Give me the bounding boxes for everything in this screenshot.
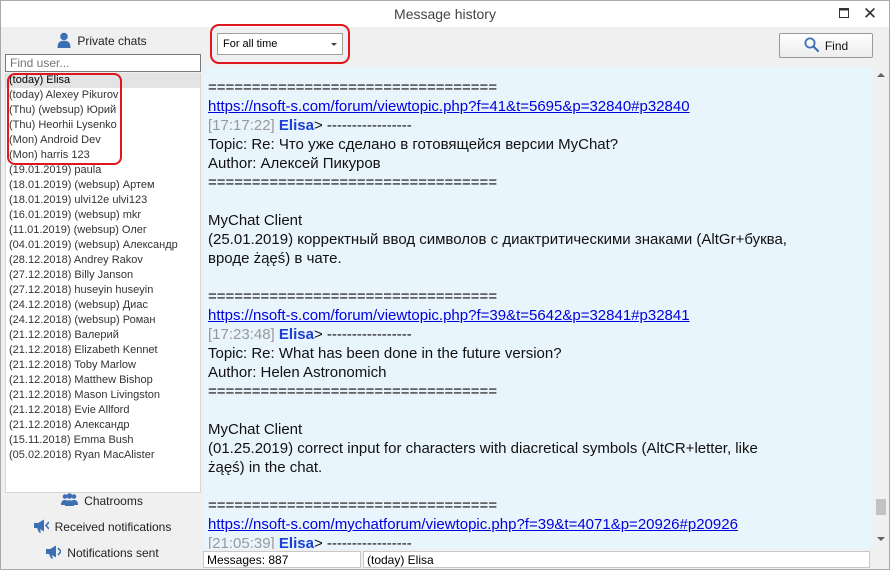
user-list: (today) Elisa (today) Alexey Pikurov (Thu)… xyxy=(5,73,201,493)
chatrooms-button[interactable]: Chatrooms xyxy=(2,489,202,513)
user-list-item[interactable]: (today) Alexey Pikurov xyxy=(6,88,200,103)
user-list-item[interactable]: (19.01.2019) paula xyxy=(6,163,200,178)
user-list-item[interactable]: (Mon) Android Dev xyxy=(6,133,200,148)
user-list-item[interactable]: (16.01.2019) (websup) mkr xyxy=(6,208,200,223)
separator-line: ================================= xyxy=(208,497,498,514)
user-list-item[interactable]: (21.12.2018) Evie Allford xyxy=(6,403,200,418)
find-button[interactable]: Find xyxy=(779,33,873,58)
chatrooms-label: Chatrooms xyxy=(84,494,143,508)
message-author-suffix: > ----------------- xyxy=(313,535,412,549)
message-time: [21:05:39] xyxy=(208,535,275,549)
received-notifications-label: Received notifications xyxy=(54,520,172,534)
scroll-down-icon[interactable] xyxy=(877,537,885,541)
message-history-content: ================================= https:… xyxy=(208,78,858,549)
user-list-item[interactable]: (27.12.2018) Billy Janson xyxy=(6,268,200,283)
search-icon xyxy=(804,37,819,55)
user-list-item[interactable]: (21.12.2018) Валерий xyxy=(6,328,200,343)
left-panel: Private chats (today) Elisa(today) Alexe… xyxy=(2,27,202,569)
message-link[interactable]: https://nsoft-s.com/forum/viewtopic.php?… xyxy=(208,307,690,324)
find-user-input[interactable] xyxy=(5,54,201,72)
user-list-item[interactable]: (21.12.2018) Александр xyxy=(6,418,200,433)
message-author[interactable]: Elisa xyxy=(279,117,314,134)
chevron-down-icon xyxy=(331,43,337,46)
message-author-suffix: > ----------------- xyxy=(313,117,412,134)
notifications-sent-button[interactable]: Notifications sent xyxy=(2,541,202,565)
message-author[interactable]: Elisa xyxy=(279,326,314,343)
message-history-window: Message history ✕ Private chats (today) … xyxy=(0,0,890,570)
period-select-value: For all time xyxy=(223,38,278,50)
message-post-author: Author: Helen Astronomich xyxy=(208,364,387,381)
received-notifications-button[interactable]: Received notifications xyxy=(2,515,202,539)
user-list-item[interactable]: (18.01.2019) (websup) Артем xyxy=(6,178,200,193)
user-list-item[interactable]: (21.12.2018) Mason Livingston xyxy=(6,388,200,403)
user-list-item[interactable]: (04.01.2019) (websup) Александр xyxy=(6,238,200,253)
message-time: [17:23:48] xyxy=(208,326,275,343)
title-bar: Message history ✕ xyxy=(1,1,889,27)
user-list-item[interactable]: (21.12.2018) Elizabeth Kennet xyxy=(6,343,200,358)
message-author-suffix: > ----------------- xyxy=(313,326,412,343)
message-time: [17:17:22] xyxy=(208,117,275,134)
message-topic: Topic: Re: Что уже сделано в готовящейся… xyxy=(208,136,619,153)
maximize-icon xyxy=(839,7,849,21)
user-list-item[interactable]: (21.12.2018) Toby Marlow xyxy=(6,358,200,373)
period-filter-highlight: For all time xyxy=(210,24,350,64)
user-list-item[interactable]: (15.11.2018) Emma Bush xyxy=(6,433,200,448)
scroll-up-icon[interactable] xyxy=(877,73,885,77)
current-chat-user: (today) Elisa xyxy=(363,551,870,568)
separator-line: ================================= xyxy=(208,79,498,96)
user-list-item[interactable]: (today) Elisa xyxy=(6,73,200,88)
message-post-author: Author: Алексей Пикуров xyxy=(208,155,381,172)
maximize-button[interactable] xyxy=(835,5,853,23)
user-list-item[interactable]: (21.12.2018) Matthew Bishop xyxy=(6,373,200,388)
user-list-item[interactable]: (24.12.2018) (websup) Роман xyxy=(6,313,200,328)
group-icon xyxy=(61,493,79,509)
vertical-scrollbar[interactable] xyxy=(873,67,889,549)
scrollbar-thumb[interactable] xyxy=(876,499,886,515)
user-icon xyxy=(57,32,71,51)
message-body: (01.25.2019) correct input for character… xyxy=(208,440,758,457)
message-body: (25.01.2019) корректный ввод символов с … xyxy=(208,231,787,248)
find-button-label: Find xyxy=(824,38,849,53)
message-author[interactable]: Elisa xyxy=(279,535,314,549)
separator-line: ================================= xyxy=(208,174,498,191)
user-list-item[interactable]: (Thu) Heorhii Lysenko xyxy=(6,118,200,133)
message-body: żąęś) in the chat. xyxy=(208,459,323,476)
user-list-item[interactable]: (05.02.2018) Ryan MacAlister xyxy=(6,448,200,463)
message-body: вроде żąęś) в чате. xyxy=(208,250,342,267)
private-chats-button[interactable]: Private chats xyxy=(2,29,202,53)
user-list-item[interactable]: (27.12.2018) huseyin huseyin xyxy=(6,283,200,298)
message-client: MyChat Client xyxy=(208,421,303,438)
user-list-item[interactable]: (18.01.2019) ulvi12e ulvi123 xyxy=(6,193,200,208)
separator-line: ================================= xyxy=(208,383,498,400)
private-chats-label: Private chats xyxy=(77,34,147,48)
message-link[interactable]: https://nsoft-s.com/forum/viewtopic.php?… xyxy=(208,98,690,115)
user-list-item[interactable]: (11.01.2019) (websup) Олег xyxy=(6,223,200,238)
period-select[interactable]: For all time xyxy=(217,33,343,55)
separator-line: ================================= xyxy=(208,288,498,305)
notifications-sent-label: Notifications sent xyxy=(67,546,159,560)
close-button[interactable]: ✕ xyxy=(861,5,879,23)
message-history-view[interactable]: ================================= https:… xyxy=(204,67,873,549)
toolbar: For all time Find xyxy=(202,24,889,67)
status-bar: Messages: 887 (today) Elisa xyxy=(202,550,889,569)
user-list-item[interactable]: (24.12.2018) (websup) Диас xyxy=(6,298,200,313)
user-list-item[interactable]: (Mon) harris 123 xyxy=(6,148,200,163)
window-title: Message history xyxy=(394,6,496,22)
message-link[interactable]: https://nsoft-s.com/mychatforum/viewtopi… xyxy=(208,516,738,533)
message-count: Messages: 887 xyxy=(203,551,361,568)
megaphone-in-icon xyxy=(33,519,50,536)
megaphone-out-icon xyxy=(45,545,63,562)
user-list-item[interactable]: (Thu) (websup) Юрий xyxy=(6,103,200,118)
message-topic: Topic: Re: What has been done in the fut… xyxy=(208,345,562,362)
close-icon: ✕ xyxy=(862,4,878,23)
user-list-item[interactable]: (28.12.2018) Andrey Rakov xyxy=(6,253,200,268)
message-client: MyChat Client xyxy=(208,212,303,229)
